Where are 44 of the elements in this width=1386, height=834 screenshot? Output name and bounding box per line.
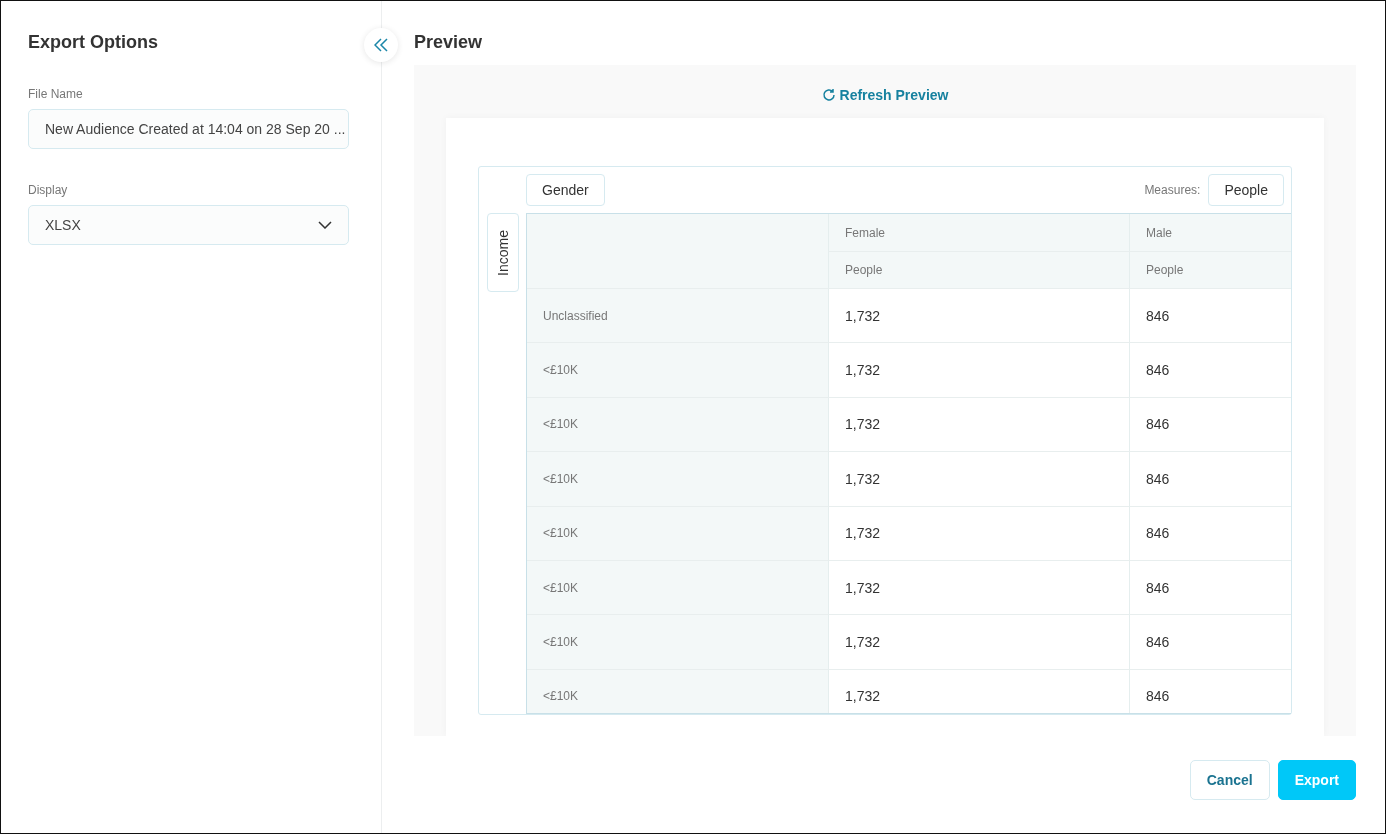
row-header: <£10K: [527, 505, 828, 560]
measure-chip[interactable]: People: [1208, 174, 1284, 206]
table-cell: 1,732: [828, 396, 1129, 452]
table-cell: 846: [1129, 614, 1291, 669]
field-label: File Name: [28, 87, 84, 101]
table-cell: 1,732: [828, 288, 1129, 343]
dropdown[interactable]: XLSX: [28, 205, 349, 245]
column-dimension-chip[interactable]: Gender: [526, 174, 605, 206]
table-cell: 1,732: [828, 614, 1129, 669]
input-field[interactable]: New Audience Created at 14:04 on 28 Sep 20 ...: [28, 109, 349, 149]
table-cell: 846: [1129, 559, 1291, 615]
row-header: <£10K: [527, 451, 828, 506]
refresh-icon: [821, 88, 836, 102]
table-cell: 1,732: [828, 668, 1129, 713]
table-cell: 1,732: [828, 505, 1129, 560]
table-cell: 1,732: [828, 451, 1129, 506]
measure-header: People: [828, 251, 1129, 288]
panel-title: Preview: [414, 32, 484, 53]
measures-label: Measures:: [1144, 183, 1201, 197]
table-cell: 846: [1129, 451, 1291, 506]
table-cell: 846: [1129, 342, 1291, 397]
cancel-button[interactable]: Cancel: [1189, 760, 1270, 800]
chevron-down-icon: [318, 221, 332, 229]
row-header: Unclassified: [527, 288, 828, 343]
measure-header: People: [1129, 251, 1291, 288]
panel-title: Export Options: [28, 32, 159, 53]
column-header: Female: [828, 214, 1129, 251]
field-label: Display: [28, 183, 69, 197]
row-header: <£10K: [527, 559, 828, 615]
table-cell: 846: [1129, 668, 1291, 713]
row-header: <£10K: [527, 342, 828, 397]
table-cell: 1,732: [828, 559, 1129, 615]
refresh-link[interactable]: Refresh Preview: [821, 87, 949, 103]
table-cell: 1,732: [828, 342, 1129, 397]
row-header: <£10K: [527, 614, 828, 669]
row-header: <£10K: [527, 396, 828, 452]
row-header: <£10K: [527, 668, 828, 713]
double-chevron-left-icon: [374, 38, 388, 52]
table-cell: 846: [1129, 505, 1291, 560]
table-cell: 846: [1129, 396, 1291, 452]
row-dimension-chip[interactable]: Income: [486, 213, 519, 292]
collapse-button[interactable]: [364, 28, 398, 62]
table-cell: 846: [1129, 288, 1291, 343]
column-header: Male: [1129, 214, 1291, 251]
